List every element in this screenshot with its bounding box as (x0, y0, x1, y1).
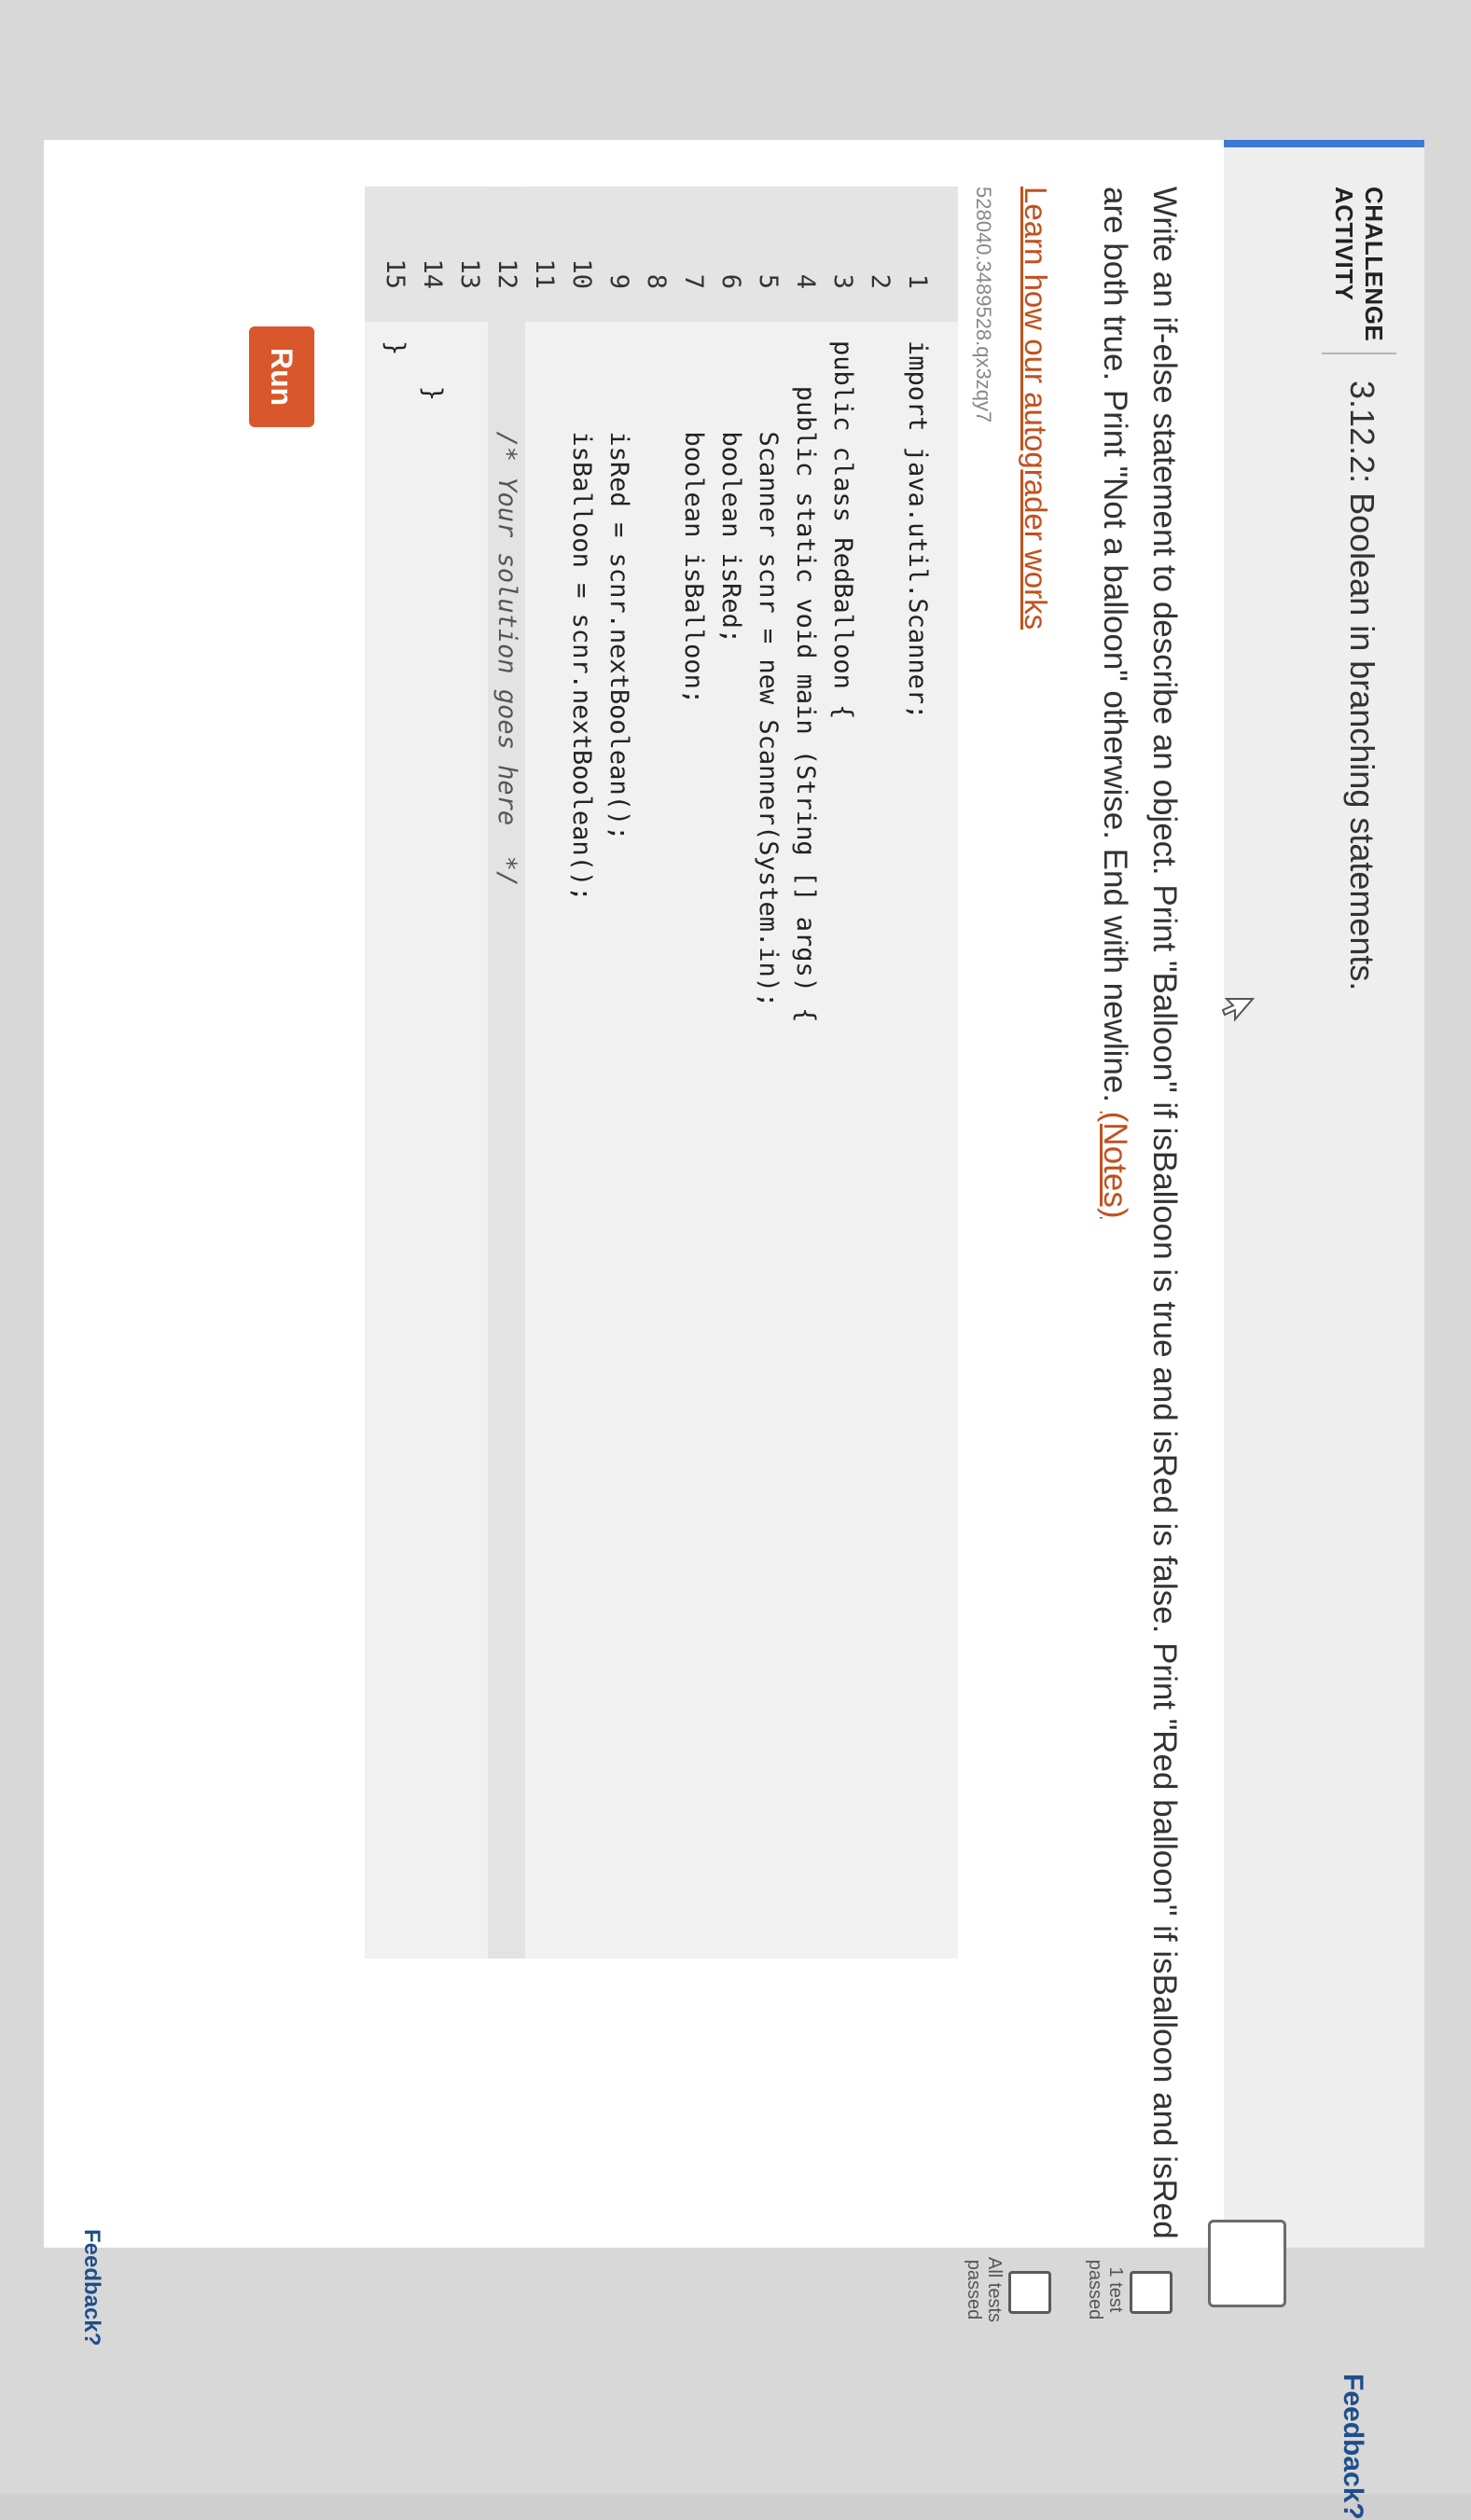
code-line[interactable]: 5 Scanner scnr = new Scanner(System.in); (749, 187, 786, 1959)
test-result-checkbox-all (1008, 2271, 1051, 2314)
line-code[interactable]: boolean isBalloon; (674, 340, 712, 705)
test-result-label-1: 1 test passed (1085, 2259, 1126, 2320)
badge-line-2: ACTIVITY (1330, 187, 1358, 301)
line-number: 7 (679, 273, 708, 289)
mouse-pointer-icon (1221, 998, 1256, 1022)
instructions-text: Write an if-else statement to describe a… (1090, 187, 1189, 2285)
code-line[interactable]: 15} (376, 187, 413, 1959)
test-result-checkbox-1 (1130, 2271, 1173, 2314)
code-line[interactable]: 13 (451, 187, 488, 1959)
line-number: 13 (455, 258, 484, 289)
line-code[interactable]: /* Your solution goes here */ (488, 340, 525, 887)
notes-link[interactable]: (Notes) (1097, 1112, 1133, 1219)
header-accent-bar (1224, 140, 1424, 147)
code-editor[interactable]: 1 import java.util.Scanner; 2 3 public class… (365, 187, 958, 1959)
run-button[interactable]: Run (249, 326, 314, 427)
code-line[interactable]: 6 boolean isRed; (712, 187, 749, 1959)
test-result-label-all: All tests passed (964, 2256, 1005, 2323)
challenge-activity-badge: CHALLENGE ACTIVITY (1329, 187, 1389, 342)
code-line[interactable]: 10 isBalloon = scnr.nextBoolean(); (562, 187, 600, 1959)
code-line[interactable]: 8 (637, 187, 674, 1959)
line-code[interactable]: import java.util.Scanner; (898, 340, 936, 719)
line-number: 15 (381, 258, 409, 289)
line-number: 14 (418, 258, 447, 289)
line-number: 9 (604, 273, 633, 289)
line-number: 8 (642, 273, 671, 289)
activity-header: CHALLENGE ACTIVITY 3.12.2: Boolean in br… (1224, 140, 1424, 2248)
code-lines[interactable]: 1 import java.util.Scanner; 2 3 public class… (376, 187, 936, 1959)
line-code[interactable]: Scanner scnr = new Scanner(System.in); (749, 340, 786, 1008)
line-code[interactable]: public class RedBalloon { (824, 340, 861, 719)
line-code[interactable]: } (376, 340, 413, 355)
code-line[interactable]: 3 public class RedBalloon { (824, 187, 861, 1959)
line-number: 12 (493, 258, 521, 289)
activity-card: CHALLENGE ACTIVITY 3.12.2: Boolean in br… (44, 140, 1424, 2520)
line-number: 4 (791, 273, 820, 289)
line-code[interactable]: boolean isRed; (712, 340, 749, 644)
line-code[interactable]: isBalloon = scnr.nextBoolean(); (562, 340, 600, 902)
badge-line-1: CHALLENGE (1360, 187, 1388, 342)
line-number: 11 (530, 258, 559, 289)
code-line[interactable]: 11 (525, 187, 562, 1959)
activity-title: 3.12.2: Boolean in branching statements. (1343, 381, 1381, 991)
feedback-link-top[interactable]: Feedback? (1337, 2374, 1368, 2520)
autograder-link[interactable]: Learn how our autograder works (1018, 187, 1053, 630)
code-line[interactable]: 7 boolean isBalloon; (674, 187, 712, 1959)
activity-id: 528040.3489528.qx3zqy7 (972, 187, 995, 423)
code-line[interactable]: 2 (861, 187, 898, 1959)
line-code[interactable]: public static void main (String [] args)… (786, 340, 824, 1023)
header-divider (1322, 353, 1396, 354)
completion-checkbox (1208, 2220, 1286, 2307)
line-number: 2 (866, 273, 895, 289)
line-number: 1 (903, 273, 932, 289)
rotated-page: CHALLENGE ACTIVITY 3.12.2: Boolean in br… (0, 0, 1471, 2520)
line-code[interactable]: isRed = scnr.nextBoolean(); (600, 340, 637, 841)
feedback-link-bottom[interactable]: Feedback? (78, 2229, 104, 2346)
code-line[interactable]: 4 public static void main (String [] arg… (786, 187, 824, 1959)
line-number: 3 (828, 273, 857, 289)
code-line[interactable]: 9 isRed = scnr.nextBoolean(); (600, 187, 637, 1959)
code-line[interactable]: 1 import java.util.Scanner; (898, 187, 936, 1959)
line-number: 5 (754, 273, 783, 289)
code-line[interactable]: 14 } (413, 187, 451, 1959)
line-number: 6 (716, 273, 745, 289)
line-number: 10 (567, 258, 596, 289)
line-code[interactable]: } (413, 340, 451, 401)
editable-code-line[interactable]: 12 /* Your solution goes here */ (488, 187, 525, 1959)
